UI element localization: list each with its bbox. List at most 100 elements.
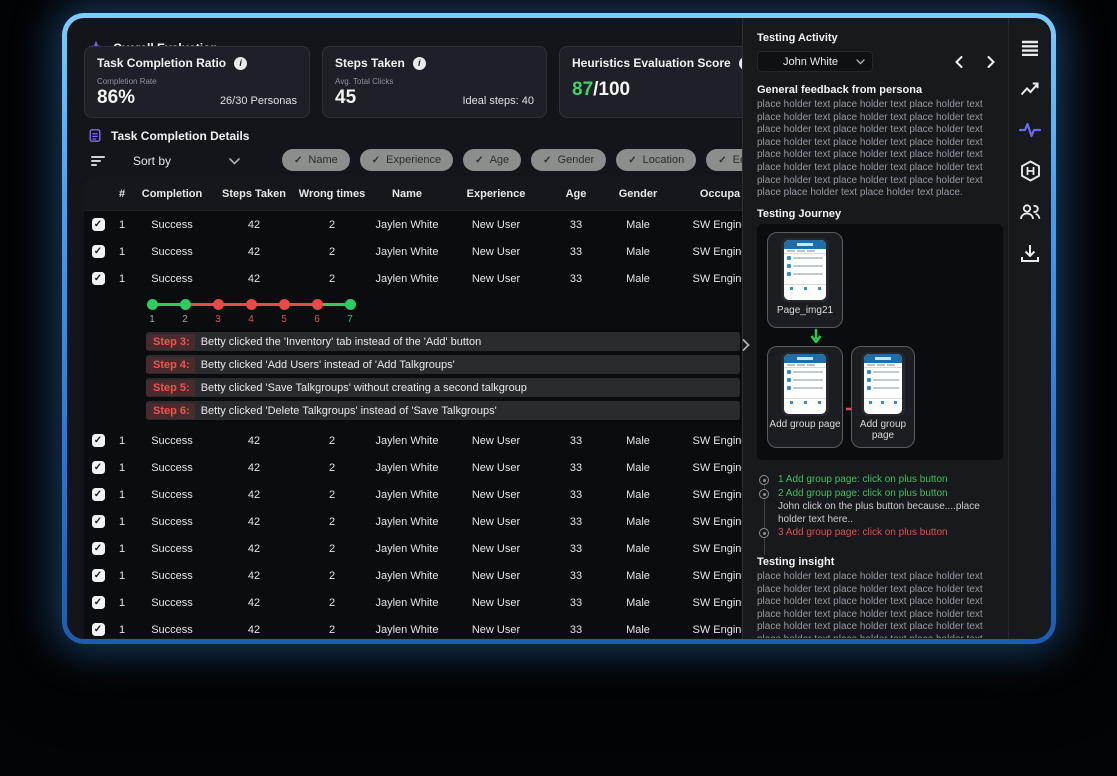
- cell-wrong-times: 2: [296, 462, 368, 474]
- cell-wrong-times: 2: [296, 516, 368, 528]
- info-icon[interactable]: i: [413, 57, 426, 70]
- cell-num: 1: [112, 543, 132, 555]
- row-checkbox[interactable]: ✓: [92, 488, 105, 501]
- checkbox-cell: ✓: [84, 218, 112, 231]
- cell-wrong-times: 2: [296, 246, 368, 258]
- download-icon[interactable]: [1019, 242, 1041, 264]
- menu-icon[interactable]: [1019, 37, 1041, 59]
- row-checkbox[interactable]: ✓: [92, 623, 105, 636]
- filter-chip-experience[interactable]: ✓Experience: [360, 149, 453, 171]
- timeline-dot[interactable]: [279, 299, 290, 310]
- journey-page-thumbnail[interactable]: Add group page: [851, 346, 915, 448]
- card-title: Steps Taken: [335, 56, 405, 70]
- filter-chip-age[interactable]: ✓Age: [463, 149, 521, 171]
- timeline-dot[interactable]: [147, 299, 158, 310]
- hexagon-h-icon[interactable]: [1019, 160, 1041, 182]
- cell-name: Jaylen White: [368, 219, 446, 231]
- checkbox-cell: ✓: [84, 596, 112, 609]
- cell-name: Jaylen White: [368, 462, 446, 474]
- timeline-dot[interactable]: [213, 299, 224, 310]
- row-checkbox[interactable]: ✓: [92, 569, 105, 582]
- trend-up-icon[interactable]: [1019, 78, 1041, 100]
- cell-steps-taken: 42: [212, 462, 296, 474]
- check-icon: ✓: [294, 155, 302, 166]
- timeline-dot[interactable]: [180, 299, 191, 310]
- timeline-dot[interactable]: [312, 299, 323, 310]
- step-error-message: Step 3:Betty clicked the 'Inventory' tab…: [146, 332, 740, 351]
- metric-label: Avg. Total Clicks: [335, 77, 534, 86]
- cell-num: 1: [112, 219, 132, 231]
- persona-dropdown-value: John White: [765, 56, 856, 68]
- row-expansion: 1234567Step 3:Betty clicked the 'Invento…: [84, 292, 742, 420]
- row-checkbox[interactable]: ✓: [92, 245, 105, 258]
- journey-page-thumbnail[interactable]: Add group page: [767, 346, 843, 448]
- check-icon: ✓: [543, 155, 551, 166]
- cell-wrong-times: 2: [296, 597, 368, 609]
- people-icon[interactable]: [1019, 201, 1041, 223]
- row-checkbox[interactable]: ✓: [92, 218, 105, 231]
- row-checkbox[interactable]: ✓: [92, 272, 105, 285]
- cell-completion: Success: [132, 462, 212, 474]
- cell-name: Jaylen White: [368, 435, 446, 447]
- journey-steps-list: 1 Add group page: click on plus button2 …: [759, 473, 1003, 540]
- previous-persona-button[interactable]: [948, 51, 970, 72]
- phone-mockup: [781, 352, 829, 416]
- journey-step-marker: [759, 528, 769, 538]
- filter-chip-location[interactable]: ✓Location: [616, 149, 696, 171]
- cell-num: 1: [112, 246, 132, 258]
- cell-completion: Success: [132, 246, 212, 258]
- cell-experience: New User: [446, 246, 546, 258]
- timeline-step-label: 6: [307, 314, 327, 325]
- avg-clicks-value: 45: [335, 87, 356, 109]
- cell-name: Jaylen White: [368, 597, 446, 609]
- cell-num: 1: [112, 516, 132, 528]
- timeline-step-label: 5: [274, 314, 294, 325]
- persona-dropdown[interactable]: John White: [757, 51, 873, 72]
- row-checkbox[interactable]: ✓: [92, 434, 105, 447]
- filter-chip-gender[interactable]: ✓Gender: [531, 149, 606, 171]
- cell-gender: Male: [606, 273, 670, 285]
- cell-num: 1: [112, 570, 132, 582]
- insight-heading: Testing insight: [757, 556, 834, 568]
- cell-experience: New User: [446, 597, 546, 609]
- table-row: ✓1Success422Jaylen WhiteNew User33MaleSW…: [84, 211, 742, 238]
- cell-steps-taken: 42: [212, 246, 296, 258]
- sort-control[interactable]: Sort by: [91, 150, 240, 172]
- step-error-message: Step 5:Betty clicked 'Save Talkgroups' w…: [146, 378, 740, 397]
- cell-steps-taken: 42: [212, 570, 296, 582]
- card-title: Task Completion Ratio: [97, 56, 226, 70]
- filter-chip-name[interactable]: ✓Name: [282, 149, 350, 171]
- cell-gender: Male: [606, 435, 670, 447]
- timeline-step-label: 1: [142, 314, 162, 325]
- timeline-dot[interactable]: [246, 299, 257, 310]
- checkbox-cell: ✓: [84, 515, 112, 528]
- cell-wrong-times: 2: [296, 543, 368, 555]
- info-icon[interactable]: i: [234, 57, 247, 70]
- column-header: Occupa: [670, 188, 742, 200]
- column-header: #: [112, 188, 132, 200]
- cell-occupation: SW Engine: [670, 246, 742, 258]
- journey-page-thumbnail[interactable]: Page_img21: [767, 232, 843, 328]
- check-icon: ✓: [475, 155, 483, 166]
- activity-pulse-icon[interactable]: [1019, 119, 1041, 141]
- checkbox-cell: ✓: [84, 272, 112, 285]
- column-header: Wrong times: [296, 188, 368, 200]
- step-timeline: 1234567: [84, 292, 742, 332]
- journey-step-text: 2 Add group page: click on plus button: [778, 487, 948, 501]
- cell-wrong-times: 2: [296, 624, 368, 636]
- column-header: Steps Taken: [212, 188, 296, 200]
- timeline-dot[interactable]: [345, 299, 356, 310]
- next-persona-button[interactable]: [980, 51, 1002, 72]
- row-checkbox[interactable]: ✓: [92, 515, 105, 528]
- sort-icon: [91, 154, 105, 168]
- feedback-text: place holder text place holder text plac…: [757, 99, 997, 201]
- cell-name: Jaylen White: [368, 516, 446, 528]
- row-checkbox[interactable]: ✓: [92, 461, 105, 474]
- cell-completion: Success: [132, 489, 212, 501]
- row-checkbox[interactable]: ✓: [92, 542, 105, 555]
- cell-gender: Male: [606, 489, 670, 501]
- panel-collapse-handle[interactable]: [742, 336, 756, 354]
- timeline-step-label: 4: [241, 314, 261, 325]
- testing-journey-card: Page_img21 Add group page: [757, 224, 1003, 460]
- row-checkbox[interactable]: ✓: [92, 596, 105, 609]
